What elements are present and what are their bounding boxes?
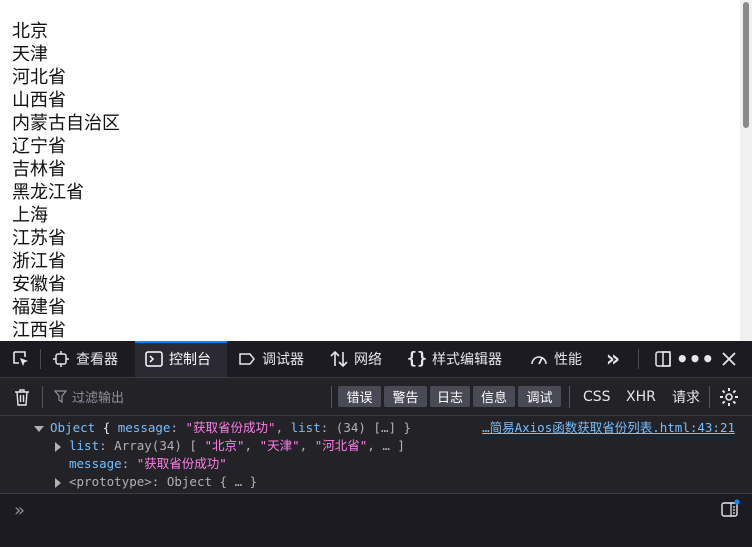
tab-style-editor[interactable]: {} 样式编辑器 <box>406 341 516 377</box>
console-input[interactable]: » <box>0 493 752 547</box>
tab-label: 查看器 <box>76 352 118 368</box>
message-key: message <box>117 420 171 435</box>
level-filter-errors[interactable]: 错误 <box>338 386 381 407</box>
dock-side-icon[interactable] <box>650 341 676 377</box>
more-tabs-chevron-icon[interactable]: » <box>600 341 626 377</box>
tree-row-message: message: "获取省份成功" <box>69 456 227 471</box>
province-item: 安徽省 <box>12 274 66 295</box>
network-icon <box>330 350 348 368</box>
tab-label: 网络 <box>354 352 382 368</box>
filter-xhr-button[interactable]: XHR <box>626 378 656 415</box>
property-key: list <box>69 438 100 453</box>
style-editor-icon: {} <box>406 349 428 369</box>
province-item: 福建省 <box>12 297 66 318</box>
province-item: 河北省 <box>12 67 66 88</box>
message-value: "获取省份成功" <box>185 420 276 435</box>
gear-icon[interactable] <box>717 378 741 415</box>
performance-icon <box>530 350 548 368</box>
province-item: 内蒙古自治区 <box>12 113 120 134</box>
province-item: 北京 <box>12 21 48 42</box>
array-item: "北京" <box>204 438 245 453</box>
province-item: 浙江省 <box>12 251 66 272</box>
filter-css-button[interactable]: CSS <box>583 378 611 415</box>
level-filter-debug[interactable]: 调试 <box>518 386 561 407</box>
tab-performance[interactable]: 性能 <box>530 341 592 377</box>
trash-icon[interactable] <box>8 378 36 415</box>
tab-network[interactable]: 网络 <box>330 341 392 377</box>
level-filter-logs[interactable]: 日志 <box>430 386 470 407</box>
console-icon <box>145 350 163 368</box>
inspector-icon <box>52 350 70 368</box>
tab-inspector[interactable]: 查看器 <box>52 341 130 377</box>
brace: { <box>102 420 111 435</box>
array-item: "河北省" <box>314 438 368 453</box>
expand-chevron-icon[interactable] <box>55 477 61 488</box>
object-keyword: Object <box>50 420 96 435</box>
province-item: 上海 <box>12 205 48 226</box>
expand-chevron-icon[interactable] <box>55 441 61 452</box>
list-key: list <box>290 420 321 435</box>
property-key: <prototype> <box>69 474 152 489</box>
list-preview: (34) […] } <box>335 420 412 435</box>
tab-label: 性能 <box>554 352 582 368</box>
filter-placeholder: 过滤输出 <box>72 391 125 406</box>
page-scrollbar-thumb[interactable] <box>743 2 749 128</box>
province-item: 吉林省 <box>12 159 66 180</box>
property-value: Object { … } <box>166 474 258 489</box>
tree-row-prototype[interactable]: <prototype>: Object { … } <box>55 473 257 491</box>
console-filter-bar: 过滤输出 错误 警告 日志 信息 调试 CSS XHR 请求 <box>0 378 752 416</box>
devtools-panel: 查看器 控制台 调试器 网络 {} 样式编辑器 性能 » ••• 过滤输出 错误… <box>0 341 752 547</box>
expand-chevron-icon[interactable] <box>34 425 44 432</box>
console-output: Object { message: "获取省份成功", list: (34) [… <box>0 416 752 493</box>
console-log-entry[interactable]: Object { message: "获取省份成功", list: (34) [… <box>34 419 411 437</box>
page-viewport: 北京 天津 河北省 山西省 内蒙古自治区 辽宁省 吉林省 黑龙江省 上海 江苏省… <box>0 0 740 341</box>
filter-funnel-icon <box>54 390 67 403</box>
province-list: 北京 天津 河北省 山西省 内蒙古自治区 辽宁省 吉林省 黑龙江省 上海 江苏省… <box>12 20 120 341</box>
province-item: 山西省 <box>12 90 66 111</box>
filter-input[interactable]: 过滤输出 <box>54 378 124 415</box>
close-icon[interactable] <box>716 341 742 377</box>
province-item: 江苏省 <box>12 228 66 249</box>
filter-requests-button[interactable]: 请求 <box>672 378 700 415</box>
province-item: 黑龙江省 <box>12 182 84 203</box>
source-link[interactable]: …简易Axios函数获取省份列表.html:43:21 <box>482 419 735 437</box>
tab-label: 控制台 <box>169 352 211 368</box>
devtools-tabbar: 查看器 控制台 调试器 网络 {} 样式编辑器 性能 » ••• <box>0 341 752 378</box>
property-key: message <box>69 456 122 471</box>
split-console-icon[interactable] <box>720 499 740 523</box>
page-scrollbar[interactable] <box>740 0 752 341</box>
tree-row-list[interactable]: list: Array(34) [ "北京", "天津", "河北省", … ] <box>55 437 405 455</box>
prompt-chevron-icon: » <box>14 500 26 521</box>
province-item: 江西省 <box>12 320 66 341</box>
array-item: "天津" <box>259 438 300 453</box>
province-item: 辽宁省 <box>12 136 66 157</box>
level-filter-info[interactable]: 信息 <box>473 386 515 407</box>
tab-debugger[interactable]: 调试器 <box>238 341 316 377</box>
tab-label: 调试器 <box>262 352 304 368</box>
property-value: "获取省份成功" <box>136 456 227 471</box>
tab-label: 样式编辑器 <box>432 352 502 368</box>
debugger-icon <box>238 350 256 368</box>
tab-console[interactable]: 控制台 <box>135 341 227 377</box>
province-item: 天津 <box>12 44 48 65</box>
more-options-icon[interactable]: ••• <box>676 341 714 377</box>
element-picker-icon[interactable] <box>6 341 36 377</box>
array-prefix: Array(34) [ <box>114 438 205 453</box>
array-suffix: , … ] <box>367 438 405 453</box>
level-filter-warnings[interactable]: 警告 <box>384 386 427 407</box>
